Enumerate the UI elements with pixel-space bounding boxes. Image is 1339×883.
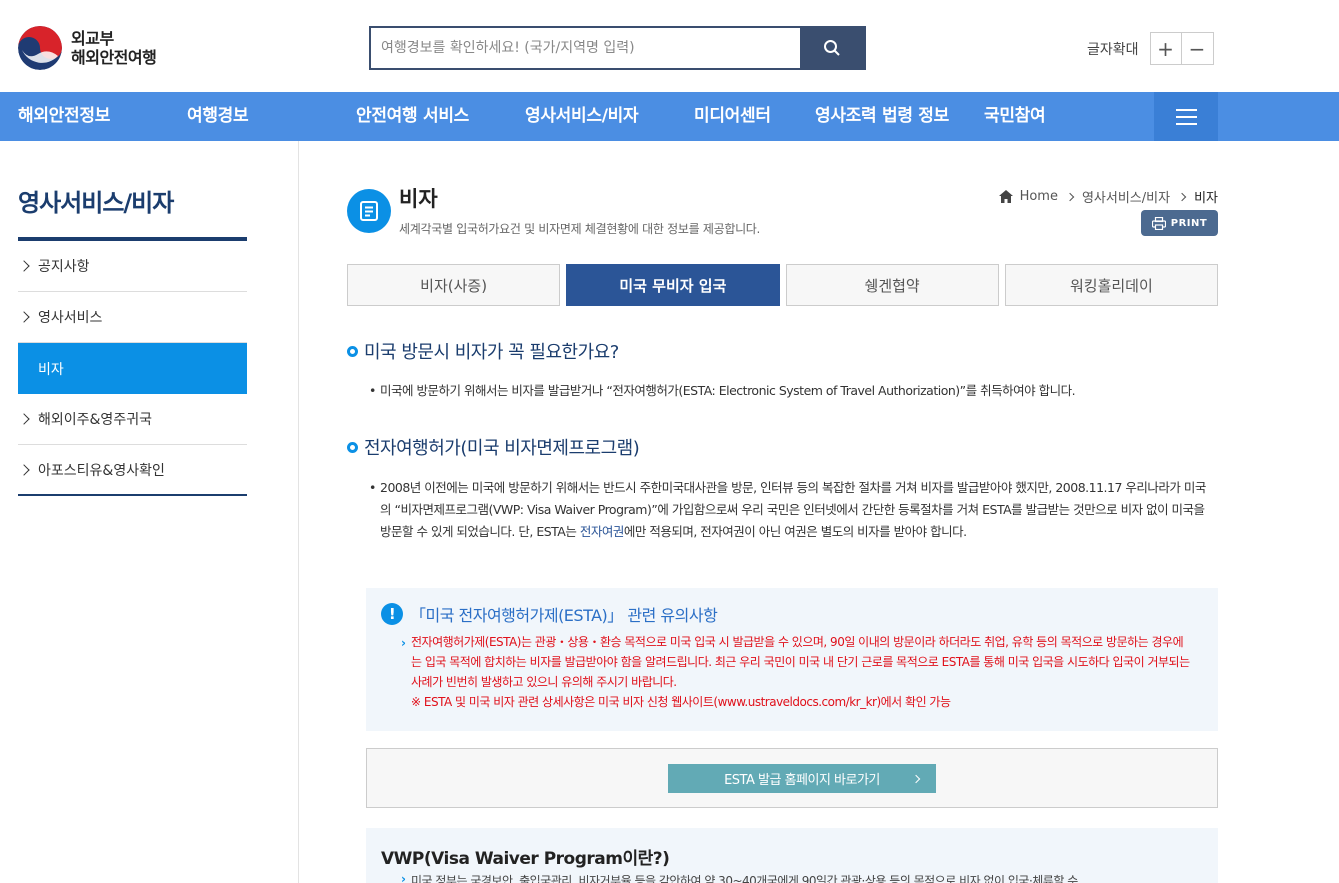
font-decrease-button[interactable]: − [1181,32,1214,65]
notice-note: ※ ESTA 및 미국 비자 관련 상세사항은 미국 비자 신청 웹사이트(ww… [411,695,951,709]
nav-item-participation[interactable]: 국민참여 [984,92,1046,141]
vwp-box: VWP(Visa Waiver Program이란?) › 미국 정부는 국경보… [366,828,1218,883]
page-title: 비자 [399,187,438,211]
nav-item-overseas-safety[interactable]: 해외안전정보 [18,92,110,141]
home-icon [998,190,1013,203]
circle-bullet-icon [347,441,358,453]
chevron-right-icon [1177,192,1187,201]
printer-icon [1151,216,1166,230]
sidebar-item-consular-service[interactable]: 영사서비스 [18,292,247,343]
vwp-body: › 미국 정부는 국경보안, 출입국관리, 비자거부율 등을 감안하여 약 30… [401,872,1191,883]
sidebar-divider [298,141,299,883]
sidebar-item-label: 영사서비스 [38,310,103,326]
nav-item-media-center[interactable]: 미디어센터 [694,92,771,141]
breadcrumb-home[interactable]: Home [1020,189,1058,204]
chevron-right-icon [18,463,30,476]
notice-text: 전자여행허가제(ESTA)는 관광・상용・환승 목적으로 미국 입국 시 발급받… [411,635,1190,689]
hamburger-icon [1175,108,1197,111]
esta-link-box: ESTA 발급 홈페이지 바로가기 [366,748,1218,808]
notice-box: ! 「미국 전자여행허가제(ESTA)」 관련 유의사항 › 전자여행허가제(E… [366,588,1218,731]
chevron-right-icon [18,311,30,323]
notice-title: ! 「미국 전자여행허가제(ESTA)」 관련 유의사항 [381,602,718,626]
chevron-right-icon: › [401,872,406,883]
bullet-dot: • [369,480,376,495]
section-heading-text: 전자여행허가(미국 비자면제프로그램) [364,438,640,459]
section-heading: 전자여행허가(미국 비자면제프로그램) [347,434,640,460]
logo-text: 외교부 해외안전여행 [71,29,157,67]
section-paragraph: • 미국에 방문하기 위해서는 비자를 발급받거나 “전자여행허가(ESTA: … [369,380,1209,402]
sidebar-item-label: 해외이주&영주귀국 [38,412,152,428]
search-button[interactable] [800,28,864,68]
chevron-right-icon [18,260,30,272]
vwp-title: VWP(Visa Waiver Program이란?) [381,849,670,869]
font-size-label: 글자확대 [1087,41,1139,58]
sidebar-item-notice[interactable]: 공지사항 [18,241,247,292]
section-text-part: 에만 적용되며, 전자여권이 아닌 여권은 별도의 비자를 받아야 합니다. [623,524,967,539]
section-text: 2008년 이전에는 미국에 방문하기 위해서는 반드시 주한미국대사관을 방문… [369,477,1209,543]
tab-schengen[interactable]: 쉥겐협약 [785,264,999,306]
chevron-right-icon: › [401,636,406,650]
sidebar-title: 영사서비스/비자 [18,189,174,217]
content-tabs: 비자(사증) 미국 무비자 입국 쉥겐협약 워킹홀리데이 [347,264,1218,306]
site-logo[interactable]: 외교부 해외안전여행 [18,26,157,70]
section-heading: 미국 방문시 비자가 꼭 필요한가요? [347,338,619,364]
sidebar-menu: 공지사항 영사서비스 비자 해외이주&영주귀국 아포스티유&영사확인 [18,241,247,496]
section-text: 미국에 방문하기 위해서는 비자를 발급받거나 “전자여행허가(ESTA: El… [380,383,1076,398]
sidebar-item-apostille[interactable]: 아포스티유&영사확인 [18,445,247,496]
esta-homepage-button[interactable]: ESTA 발급 홈페이지 바로가기 [668,764,936,793]
nav-item-consular-law[interactable]: 영사조력 법령 정보 [815,92,949,141]
main-navigation: 해외안전정보 여행경보 안전여행 서비스 영사서비스/비자 미디어센터 영사조력… [0,92,1339,141]
page-description: 세계각국별 입국허가요건 및 비자면제 체결현황에 대한 정보를 제공합니다. [399,222,761,236]
chevron-right-icon [18,413,30,425]
nav-item-safe-travel-service[interactable]: 안전여행 서비스 [356,92,469,141]
sidebar-item-emigration[interactable]: 해외이주&영주귀국 [18,394,247,445]
search-input[interactable] [371,28,800,68]
taegeuk-emblem-icon [18,26,62,70]
esta-button-label: ESTA 발급 홈페이지 바로가기 [724,773,880,788]
all-menu-button[interactable] [1154,92,1218,141]
search-bar [369,26,866,70]
tab-working-holiday[interactable]: 워킹홀리데이 [1004,264,1218,306]
notice-body: › 전자여행허가제(ESTA)는 관광・상용・환승 목적으로 미국 입국 시 발… [401,632,1191,712]
breadcrumb: Home 영사서비스/비자 비자 [998,187,1218,206]
bullet-dot: • [369,383,376,398]
breadcrumb-section[interactable]: 영사서비스/비자 [1082,187,1170,206]
logo-line1: 외교부 [71,29,114,48]
breadcrumb-current: 비자 [1194,191,1218,206]
notice-title-text: 「미국 전자여행허가제(ESTA)」 관련 유의사항 [410,606,718,625]
font-size-control: 글자확대 + − [1087,32,1214,65]
sidebar-item-label: 비자 [38,361,64,378]
nav-item-travel-alert[interactable]: 여행경보 [187,92,249,141]
print-label: PRINT [1170,217,1208,229]
vwp-text: 미국 정부는 국경보안, 출입국관리, 비자거부율 등을 감안하여 약 30~4… [411,874,1078,883]
logo-line2: 해외안전여행 [71,48,157,67]
sidebar-item-visa[interactable]: 비자 [18,343,247,394]
sidebar-item-label: 공지사항 [38,259,90,275]
chevron-right-icon [1065,192,1075,201]
hamburger-icon-line [1175,115,1197,118]
search-icon [824,40,840,56]
tab-visa[interactable]: 비자(사증) [347,264,561,306]
font-increase-button[interactable]: + [1149,32,1182,65]
section-heading-text: 미국 방문시 비자가 꼭 필요한가요? [364,342,619,363]
print-button[interactable]: PRINT [1141,210,1218,236]
sidebar-item-label: 아포스티유&영사확인 [38,462,165,479]
exclamation-icon: ! [381,603,403,625]
nav-item-consular-visa[interactable]: 영사서비스/비자 [525,92,639,141]
highlight-text: 전자여권 [579,524,625,539]
hamburger-icon-line [1175,122,1197,125]
circle-bullet-icon [347,345,358,357]
tab-us-visa-waiver[interactable]: 미국 무비자 입국 [566,264,780,306]
document-icon [347,189,391,233]
section-paragraph: • 2008년 이전에는 미국에 방문하기 위해서는 반드시 주한미국대사관을 … [369,477,1209,543]
header: 외교부 해외안전여행 글자확대 + − [0,0,1339,92]
chevron-right-icon [911,774,921,783]
